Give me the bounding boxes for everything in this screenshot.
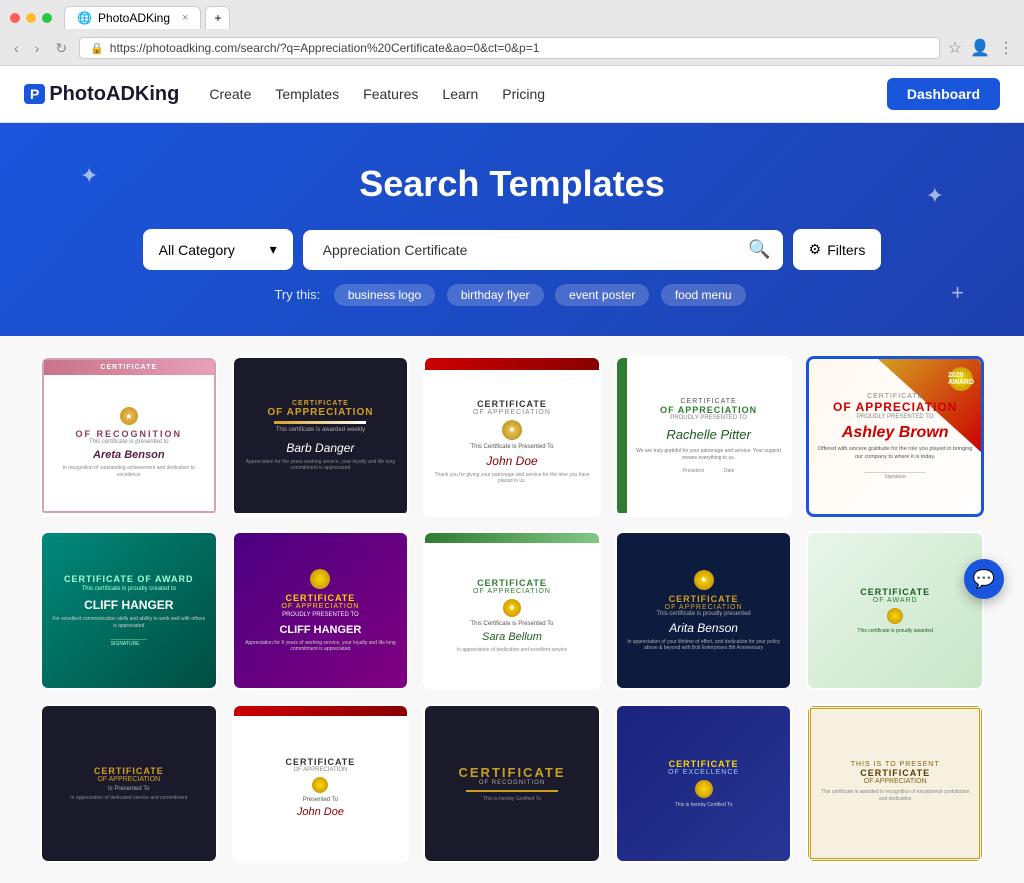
menu-button[interactable]: ⋮ bbox=[998, 38, 1014, 58]
try-this-label: Try this: bbox=[274, 287, 320, 302]
category-label: All Category bbox=[159, 242, 235, 258]
template-card-6[interactable]: CERTIFICATE OF AWARD This certificate is… bbox=[40, 531, 218, 690]
logo[interactable]: P PhotoADKing bbox=[24, 83, 179, 106]
cert-body-1: ★ OF RECOGNITION This certificate is pre… bbox=[44, 375, 214, 511]
search-button[interactable]: 🔍 bbox=[748, 239, 770, 260]
template-card-2[interactable]: CERTIFICATE OF APPRECIATION This certifi… bbox=[232, 356, 410, 517]
award-badge: 2020AWARD bbox=[949, 367, 973, 391]
chat-button[interactable]: 💬 bbox=[964, 559, 1004, 599]
suggestion-food-menu[interactable]: food menu bbox=[661, 284, 746, 306]
forward-button[interactable]: › bbox=[31, 38, 44, 58]
sparkle-icon-1: ✦ bbox=[80, 163, 98, 189]
nav-create[interactable]: Create bbox=[209, 86, 251, 102]
dashboard-button[interactable]: Dashboard bbox=[887, 78, 1000, 110]
template-card-4[interactable]: CERTIFICATE OF APPRECIATION PROUDLY PRES… bbox=[615, 356, 793, 517]
medal-icon-10 bbox=[887, 608, 903, 624]
browser-chrome: 🌐 PhotoADKing × + ‹ › ↻ 🔒 https://photoa… bbox=[0, 0, 1024, 66]
medal-icon-14 bbox=[695, 780, 713, 798]
template-card-3[interactable]: CERTIFICATE OF APPRECIATION ★ This Certi… bbox=[423, 356, 601, 517]
search-hero-title: Search Templates bbox=[24, 163, 1000, 205]
filter-icon: ⚙ bbox=[809, 241, 822, 258]
nav-features[interactable]: Features bbox=[363, 86, 418, 102]
category-dropdown[interactable]: All Category ▾ bbox=[143, 229, 293, 270]
bookmark-button[interactable]: ☆ bbox=[948, 38, 962, 58]
search-input-wrap: 🔍 bbox=[303, 230, 783, 270]
logo-text: PhotoADKing bbox=[49, 83, 179, 106]
tab-title: PhotoADKing bbox=[98, 11, 170, 25]
medal-icon-12 bbox=[312, 777, 328, 793]
medal-icon-8: ★ bbox=[503, 599, 521, 617]
app: P PhotoADKing Create Templates Features … bbox=[0, 66, 1024, 883]
template-card-8[interactable]: CERTIFICATE OF APPRECIATION ★ This Certi… bbox=[423, 531, 601, 690]
template-card-15[interactable]: THIS IS TO PRESENT CERTIFICATE OF APPREC… bbox=[806, 704, 984, 863]
search-hero: ✦ ✦ + Search Templates All Category ▾ 🔍 … bbox=[0, 123, 1024, 336]
medal-icon-3: ★ bbox=[502, 420, 522, 440]
suggestion-birthday-flyer[interactable]: birthday flyer bbox=[447, 284, 544, 306]
maximize-dot[interactable] bbox=[42, 13, 52, 23]
template-card-9[interactable]: ★ CERTIFICATE OF APPRECIATION This certi… bbox=[615, 531, 793, 690]
close-dot[interactable] bbox=[10, 13, 20, 23]
tab-close-btn[interactable]: × bbox=[182, 12, 188, 24]
filter-label: Filters bbox=[827, 242, 865, 258]
suggestion-event-poster[interactable]: event poster bbox=[555, 284, 649, 306]
templates-grid: CERTIFICATE ★ OF RECOGNITION This certif… bbox=[40, 356, 984, 863]
cert-header-1: CERTIFICATE bbox=[44, 360, 214, 375]
profile-button[interactable]: 👤 bbox=[970, 38, 990, 58]
new-tab-btn[interactable]: + bbox=[205, 6, 230, 29]
minimize-dot[interactable] bbox=[26, 13, 36, 23]
sparkle-icon-2: ✦ bbox=[926, 183, 944, 209]
lock-icon: 🔒 bbox=[90, 42, 104, 55]
back-button[interactable]: ‹ bbox=[10, 38, 23, 58]
search-row: All Category ▾ 🔍 ⚙ Filters bbox=[24, 229, 1000, 270]
suggestion-business-logo[interactable]: business logo bbox=[334, 284, 435, 306]
sparkle-icon-3: + bbox=[951, 280, 964, 306]
medal-icon-1: ★ bbox=[120, 407, 138, 425]
template-card-5-selected[interactable]: 2020AWARD CERTIFICATE OF APPRECIATION PR… bbox=[806, 356, 984, 517]
reload-button[interactable]: ↻ bbox=[51, 38, 71, 59]
try-this-row: Try this: business logo birthday flyer e… bbox=[24, 284, 1000, 306]
template-card-14[interactable]: CERTIFICATE OF EXCELLENCE This is hereby… bbox=[615, 704, 793, 863]
template-card-1[interactable]: CERTIFICATE ★ OF RECOGNITION This certif… bbox=[40, 356, 218, 517]
navbar: P PhotoADKing Create Templates Features … bbox=[0, 66, 1024, 123]
template-card-10[interactable]: CERTIFICATE OF AWARD This certificate is… bbox=[806, 531, 984, 690]
browser-tab[interactable]: 🌐 PhotoADKing × bbox=[64, 6, 201, 29]
badge-icon-9: ★ bbox=[694, 570, 714, 590]
logo-icon: P bbox=[24, 84, 45, 104]
search-input[interactable] bbox=[315, 230, 749, 270]
nav-templates[interactable]: Templates bbox=[275, 86, 339, 102]
url-text: https://photoadking.com/search/?q=Apprec… bbox=[110, 41, 540, 55]
address-bar[interactable]: 🔒 https://photoadking.com/search/?q=Appr… bbox=[79, 37, 940, 59]
template-card-7[interactable]: CERTIFICATE OF APPRECIATION PROUDLY PRES… bbox=[232, 531, 410, 690]
nav-learn[interactable]: Learn bbox=[442, 86, 478, 102]
template-card-12[interactable]: CERTIFICATE OF APPRECIATION Presented To… bbox=[232, 704, 410, 863]
nav-links: Create Templates Features Learn Pricing bbox=[209, 86, 887, 102]
nav-pricing[interactable]: Pricing bbox=[502, 86, 545, 102]
chevron-down-icon: ▾ bbox=[270, 241, 277, 258]
template-card-11[interactable]: CERTIFICATE OF APPRECIATION Is Presented… bbox=[40, 704, 218, 863]
template-card-13[interactable]: CERTIFICATE OF RECOGNITION This is hereb… bbox=[423, 704, 601, 863]
templates-section: CERTIFICATE ★ OF RECOGNITION This certif… bbox=[0, 336, 1024, 883]
medal-icon-7 bbox=[310, 569, 330, 589]
filter-button[interactable]: ⚙ Filters bbox=[793, 229, 882, 270]
